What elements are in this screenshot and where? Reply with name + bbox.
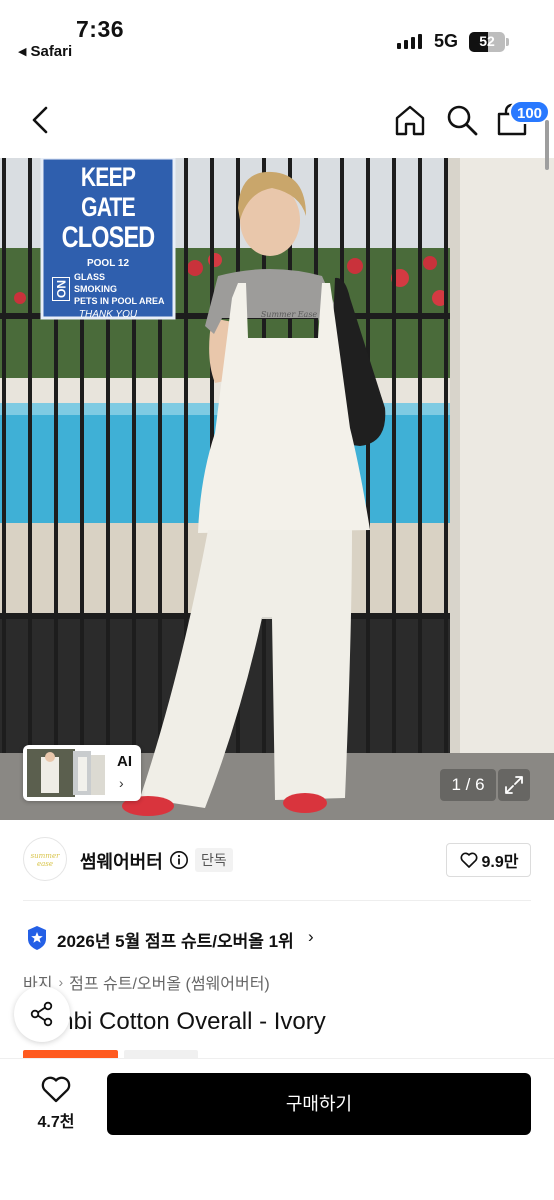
brand-like-count: 9.9만: [481, 854, 519, 871]
brand-like-button[interactable]: 9.9만: [446, 843, 531, 877]
info-tag: [124, 1050, 198, 1058]
share-button[interactable]: [14, 986, 70, 1042]
shirt-print: Summer Ease: [260, 310, 318, 319]
share-icon: [30, 1001, 53, 1027]
ranking-badge-icon: [28, 926, 46, 950]
search-icon[interactable]: [444, 102, 480, 138]
network-type: 5G: [434, 31, 459, 51]
expand-icon[interactable]: [498, 769, 530, 801]
brand-logo[interactable]: summer ease: [23, 837, 67, 881]
wishlist-count: 4.7천: [37, 1114, 75, 1131]
back-to-safari[interactable]: ◀ Safari: [18, 43, 72, 60]
chevron-right-icon[interactable]: ›: [308, 927, 314, 947]
sign-item-3: PETS IN POOL AREA: [74, 296, 165, 306]
brand-name[interactable]: 썸웨어버터: [80, 848, 163, 874]
wishlist-heart-icon[interactable]: [40, 1074, 72, 1104]
status-bar: 7:36 ◀ Safari 5G 52: [0, 0, 554, 70]
thumbnail-images: [27, 749, 105, 797]
sign-line-2: CLOSED: [61, 221, 156, 254]
back-triangle-icon: ◀: [18, 46, 27, 58]
brand-logo-text: summer ease: [30, 852, 60, 868]
sign-line-1: KEEP GATE: [80, 162, 136, 222]
back-app-label: Safari: [30, 43, 73, 60]
buy-button[interactable]: 구매하기: [107, 1073, 531, 1135]
cart-count-badge: 100: [509, 100, 551, 124]
sign-no: NO: [52, 277, 70, 301]
status-time: 7:36: [76, 16, 125, 42]
home-icon[interactable]: [392, 102, 428, 138]
top-nav: [0, 82, 554, 158]
heart-icon: [459, 852, 478, 868]
pool-sign: KEEP GATE CLOSED POOL 12 NO GLASS SMOKIN…: [44, 162, 172, 320]
sign-item-2: SMOKING: [74, 284, 118, 294]
sale-tag: [23, 1050, 118, 1058]
ranking-text[interactable]: 2026년 5월 점프 슈트/오버올 1위: [57, 927, 294, 952]
battery-level: 52: [479, 33, 495, 49]
battery-cap: [506, 38, 509, 46]
scroll-indicator: [545, 120, 549, 170]
info-icon[interactable]: [169, 850, 189, 870]
ai-label: AI: [117, 753, 132, 770]
product-image[interactable]: KEEP GATE CLOSED POOL 12 NO GLASS SMOKIN…: [0, 158, 554, 820]
chevron-right-icon: ›: [119, 775, 124, 791]
breadcrumb: 바지 › 점프 슈트/오버올 (썸웨어버터): [23, 970, 270, 994]
image-counter: 1 / 6: [440, 769, 496, 801]
chevron-left-icon[interactable]: [24, 102, 56, 138]
chevron-right-icon: ›: [58, 974, 64, 990]
sign-item-1: GLASS: [74, 272, 106, 282]
sign-line-3: POOL 12: [86, 258, 130, 269]
battery-icon: 52: [469, 32, 505, 52]
sign-thanks: THANK YOU: [78, 309, 138, 320]
signal-icon: [397, 34, 422, 49]
ai-thumbnail-card[interactable]: AI ›: [23, 745, 141, 801]
breadcrumb-subcategory[interactable]: 점프 슈트/오버올 (썸웨어버터): [69, 970, 270, 994]
divider: [23, 900, 531, 901]
exclusive-badge: 단독: [195, 848, 233, 872]
